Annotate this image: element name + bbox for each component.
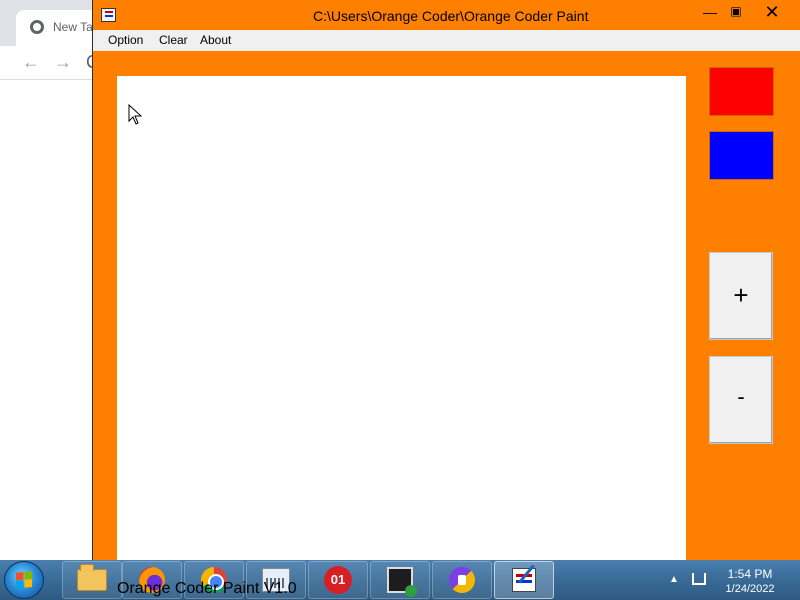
menu-bar: Option Clear About bbox=[93, 30, 800, 51]
vpn-icon bbox=[449, 567, 475, 593]
minimize-button[interactable]: — bbox=[699, 4, 721, 24]
clock-date[interactable]: 1/24/2022 bbox=[710, 583, 790, 595]
chrome-tab-icon bbox=[30, 20, 44, 34]
program-icon bbox=[387, 567, 417, 597]
menu-about[interactable]: About bbox=[200, 33, 231, 47]
taskbar-vpn-button[interactable] bbox=[432, 561, 492, 599]
network-icon[interactable] bbox=[692, 573, 706, 585]
back-arrow-icon[interactable]: ← bbox=[22, 52, 40, 73]
taskbar-paint-button[interactable] bbox=[494, 561, 554, 599]
title-bar[interactable]: C:\Users\Orange Coder\Orange Coder Paint… bbox=[93, 0, 800, 30]
paint-icon bbox=[512, 568, 536, 592]
mouse-cursor-icon bbox=[128, 104, 142, 125]
drawing-canvas[interactable] bbox=[117, 76, 686, 561]
paint-app-window: C:\Users\Orange Coder\Orange Coder Paint… bbox=[92, 0, 800, 565]
increase-brush-button[interactable]: + bbox=[709, 252, 773, 340]
explorer-icon bbox=[77, 564, 107, 591]
oneapp-icon: 01 bbox=[324, 566, 352, 594]
color-swatch-red[interactable] bbox=[709, 67, 774, 116]
clock-time[interactable]: 1:54 PM bbox=[710, 567, 790, 581]
taskbar-app-label: Orange Coder Paint V1.0 bbox=[117, 580, 297, 597]
taskbar-explorer-button[interactable] bbox=[62, 561, 122, 599]
decrease-brush-button[interactable]: - bbox=[709, 356, 773, 444]
taskbar-oneapp-button[interactable]: 01 bbox=[308, 561, 368, 599]
taskbar-program-button[interactable] bbox=[370, 561, 430, 599]
menu-option[interactable]: Option bbox=[108, 33, 143, 47]
window-title: C:\Users\Orange Coder\Orange Coder Paint bbox=[313, 8, 589, 24]
maximize-button[interactable]: ▣ bbox=[725, 4, 747, 24]
paint-app-icon bbox=[101, 8, 116, 22]
forward-arrow-icon[interactable]: → bbox=[54, 52, 72, 73]
start-button[interactable] bbox=[4, 561, 44, 599]
close-window-button[interactable]: ✕ bbox=[757, 2, 787, 24]
color-swatch-blue[interactable] bbox=[709, 131, 774, 180]
show-hidden-icons-icon[interactable]: ▲ bbox=[669, 574, 679, 585]
menu-clear[interactable]: Clear bbox=[159, 33, 188, 47]
